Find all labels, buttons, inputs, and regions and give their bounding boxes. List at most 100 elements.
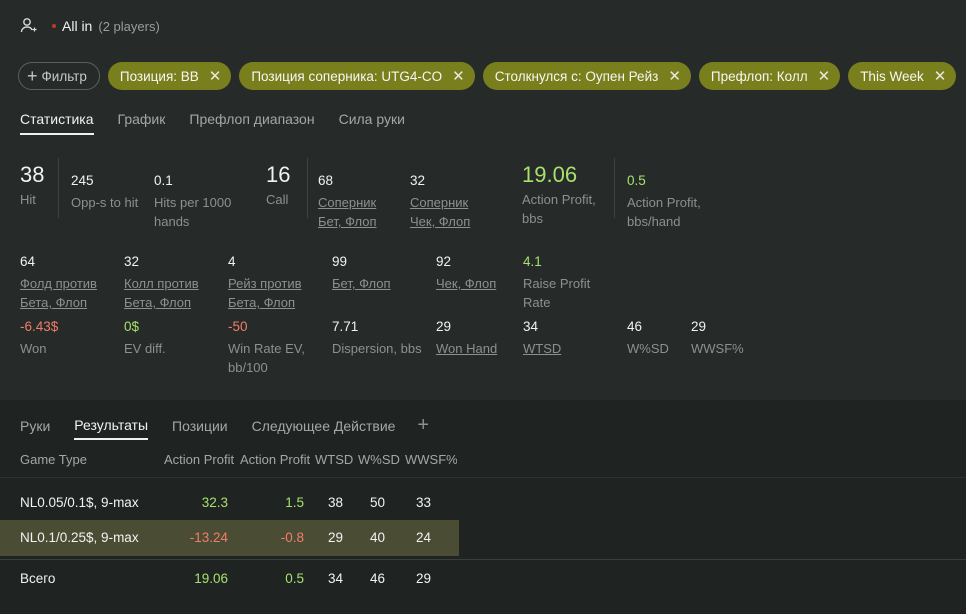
filter-chip-position[interactable]: Позиция: BB ✕ bbox=[107, 62, 232, 90]
stat-hit: 38 Hit bbox=[20, 163, 44, 209]
cell-wtsd: 38 bbox=[327, 495, 343, 510]
add-tab-icon[interactable]: + bbox=[417, 414, 429, 437]
stat-label-link[interactable]: Чек, Флоп bbox=[436, 274, 526, 293]
table-row[interactable]: NL0.05/0.1$, 9-max 32.3 1.5 38 50 33 bbox=[0, 485, 459, 521]
close-icon[interactable]: ✕ bbox=[209, 67, 222, 85]
stat-label-link[interactable]: Колл против Бета, Флоп bbox=[124, 274, 214, 312]
column-header-game-type[interactable]: Game Type bbox=[20, 452, 160, 467]
plus-icon: + bbox=[27, 66, 38, 86]
divider bbox=[58, 158, 59, 218]
total-divider bbox=[0, 559, 966, 560]
stat-label-link[interactable]: Соперник Чек, Флоп bbox=[410, 193, 482, 231]
stat-label: Action Profit, bbs/hand bbox=[627, 195, 701, 229]
stat-opps-to-hit: 245 Opp-s to hit bbox=[71, 172, 151, 212]
stat-label-link[interactable]: Соперник Бет, Флоп bbox=[318, 193, 390, 231]
column-header-wsd[interactable]: W%SD bbox=[358, 452, 402, 467]
filter-chip-opponent-position[interactable]: Позиция соперника: UTG4-CO ✕ bbox=[239, 62, 475, 90]
header-title: All in bbox=[62, 18, 93, 34]
stat-value: 0.5 bbox=[627, 173, 646, 188]
players-icon[interactable] bbox=[20, 17, 38, 35]
stat-value: 64 bbox=[20, 254, 36, 269]
tab-hands[interactable]: Руки bbox=[20, 418, 50, 434]
stat-label-link[interactable]: Бет, Флоп bbox=[332, 274, 422, 293]
stats-tabs: Статистика График Префлоп диапазон Сила … bbox=[20, 111, 405, 135]
filter-chip-label: Префлоп: Колл bbox=[710, 68, 808, 84]
stat-action-profit-per-hand: 0.5 Action Profit, bbs/hand bbox=[627, 172, 717, 231]
column-header-wtsd[interactable]: WTSD bbox=[315, 452, 355, 467]
stat-raise-profit-rate: 4.1 Raise Profit Rate bbox=[523, 253, 603, 312]
table-total-row: Всего 19.06 0.5 34 46 29 bbox=[0, 561, 459, 597]
filter-chip-period[interactable]: This Week ✕ bbox=[848, 62, 957, 90]
stat-value: 7.71 bbox=[332, 319, 359, 334]
tab-statistics[interactable]: Статистика bbox=[20, 111, 94, 135]
filter-chip-faced[interactable]: Столкнулся с: Оупен Рейз ✕ bbox=[482, 62, 691, 90]
cell-total-label: Всего bbox=[20, 571, 56, 586]
cell-wwsf: 24 bbox=[415, 530, 431, 545]
stat-won: -6.43$ Won bbox=[20, 318, 110, 358]
stat-fold-vs-bet-flop[interactable]: 64 Фолд против Бета, Флоп bbox=[20, 253, 110, 312]
stat-opp-bet-flop[interactable]: 68 Соперник Бет, Флоп bbox=[318, 172, 390, 231]
filter-chip-label: Столкнулся с: Оупен Рейз bbox=[494, 68, 659, 84]
column-header-action-profit-hand[interactable]: Action Profit, bbs/hand bbox=[240, 452, 311, 467]
stat-value: 19.06 bbox=[522, 162, 578, 187]
stat-value: -6.43$ bbox=[20, 319, 59, 334]
tab-hand-strength[interactable]: Сила руки bbox=[339, 111, 405, 135]
cell-game-type: NL0.05/0.1$, 9-max bbox=[20, 495, 139, 510]
add-filter-button[interactable]: + Фильтр bbox=[18, 62, 100, 90]
cell-wsd: 46 bbox=[369, 571, 385, 586]
stat-action-profit: 19.06 Action Profit, bbs bbox=[522, 163, 612, 228]
table-row-selected[interactable]: NL0.1/0.25$, 9-max -13.24 -0.8 29 40 24 bbox=[0, 520, 459, 556]
stat-label-link[interactable]: Рейз против Бета, Флоп bbox=[228, 274, 318, 312]
divider bbox=[307, 158, 308, 218]
stat-value: 4.1 bbox=[523, 254, 542, 269]
stat-value: 92 bbox=[436, 254, 452, 269]
cell-action-profit: 19.06 bbox=[194, 571, 228, 586]
stat-label-link[interactable]: Фолд против Бета, Флоп bbox=[20, 274, 110, 312]
tab-graph[interactable]: График bbox=[118, 111, 166, 135]
cell-wtsd: 29 bbox=[327, 530, 343, 545]
stat-won-hand[interactable]: 29 Won Hand bbox=[436, 318, 526, 358]
column-header-wwsf[interactable]: WWSF% bbox=[405, 452, 457, 467]
stat-value: 32 bbox=[410, 173, 426, 188]
tab-positions[interactable]: Позиции bbox=[172, 418, 228, 434]
stat-call-vs-bet-flop[interactable]: 32 Колл против Бета, Флоп bbox=[124, 253, 214, 312]
stat-opp-check-flop[interactable]: 32 Соперник Чек, Флоп bbox=[410, 172, 482, 231]
results-tabs: Руки Результаты Позиции Следующее Действ… bbox=[20, 411, 429, 440]
stat-label-link[interactable]: Won Hand bbox=[436, 339, 526, 358]
stat-wsd: 46 W%SD bbox=[627, 318, 687, 358]
stat-label: Hit bbox=[20, 192, 36, 207]
tab-next-action[interactable]: Следующее Действие bbox=[252, 418, 396, 434]
close-icon[interactable]: ✕ bbox=[934, 67, 947, 85]
cell-action-profit-hand: 0.5 bbox=[285, 571, 304, 586]
cell-action-profit-hand: -0.8 bbox=[280, 530, 304, 545]
stat-check-flop[interactable]: 92 Чек, Флоп bbox=[436, 253, 526, 293]
stat-label: Dispersion, bbs bbox=[332, 341, 422, 356]
column-header-action-profit[interactable]: Action Profit, bbs bbox=[164, 452, 235, 467]
stat-label: Action Profit, bbs bbox=[522, 192, 596, 226]
filter-chip-label: Позиция соперника: UTG4-CO bbox=[251, 68, 443, 84]
stat-value: 29 bbox=[691, 319, 707, 334]
filter-chip-preflop[interactable]: Префлоп: Колл ✕ bbox=[698, 62, 841, 90]
stat-bet-flop[interactable]: 99 Бет, Флоп bbox=[332, 253, 422, 293]
tab-preflop-range[interactable]: Префлоп диапазон bbox=[189, 111, 314, 135]
stat-value: 0.1 bbox=[154, 173, 173, 188]
close-icon[interactable]: ✕ bbox=[668, 67, 681, 85]
cell-wwsf: 29 bbox=[415, 571, 431, 586]
stat-label-link[interactable]: WTSD bbox=[523, 339, 603, 358]
cell-action-profit: 32.3 bbox=[201, 495, 228, 510]
close-icon[interactable]: ✕ bbox=[452, 67, 465, 85]
stat-value: 46 bbox=[627, 319, 643, 334]
stat-value: 99 bbox=[332, 254, 348, 269]
filter-chip-label: This Week bbox=[860, 68, 924, 84]
header: All in (2 players) bbox=[20, 16, 160, 36]
stat-label: Hits per 1000 hands bbox=[154, 195, 232, 229]
cell-wwsf: 33 bbox=[415, 495, 431, 510]
stat-value: 32 bbox=[124, 254, 140, 269]
stat-wwsf: 29 WWSF% bbox=[691, 318, 761, 358]
stat-wtsd[interactable]: 34 WTSD bbox=[523, 318, 603, 358]
close-icon[interactable]: ✕ bbox=[818, 67, 831, 85]
add-filter-label: Фильтр bbox=[41, 68, 87, 84]
stat-raise-vs-bet-flop[interactable]: 4 Рейз против Бета, Флоп bbox=[228, 253, 318, 312]
tab-results[interactable]: Результаты bbox=[74, 417, 149, 440]
stat-value: 4 bbox=[228, 254, 236, 269]
